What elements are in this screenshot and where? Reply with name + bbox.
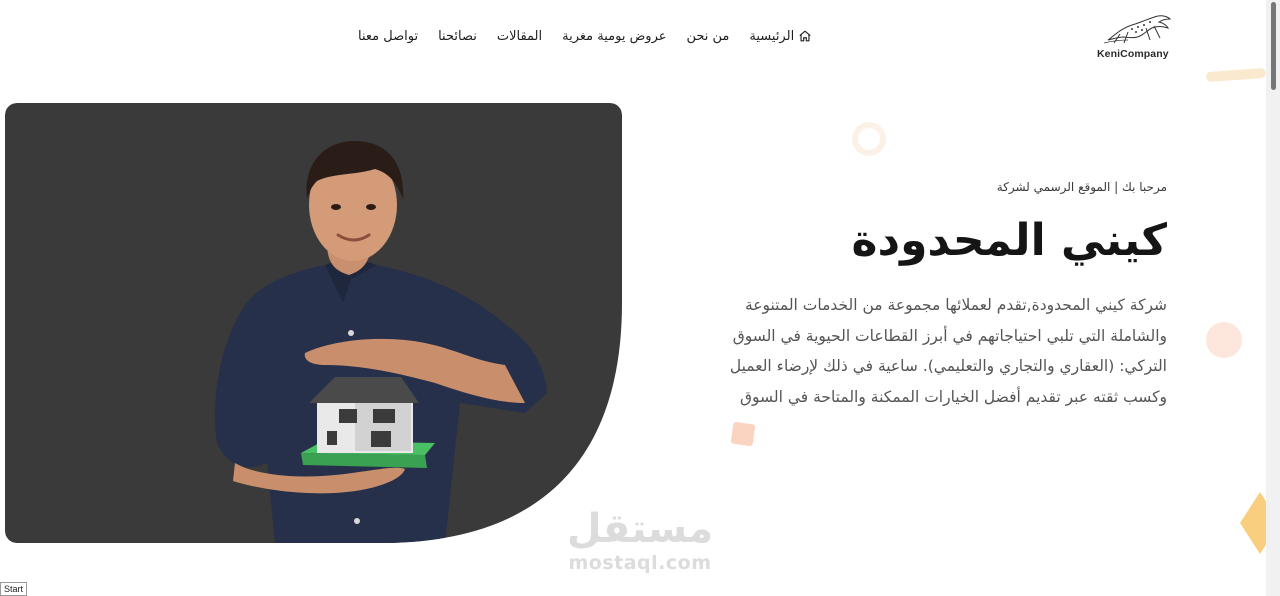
nav-item-label: الرئيسية [749, 28, 795, 44]
nav-item-label: من نحن [686, 28, 730, 44]
nav-item-label: المقالات [496, 28, 543, 44]
nav-item-label: نصائحنا [438, 28, 477, 44]
start-tag[interactable]: Start [0, 582, 28, 596]
home-icon [799, 30, 811, 42]
company-logo[interactable]: KeniCompany [1096, 10, 1172, 62]
decorative-circle [1206, 322, 1242, 358]
nav-item-offers[interactable]: عروض يومية مغرية [562, 29, 666, 44]
nav-item-articles[interactable]: المقالات [497, 29, 542, 44]
site-header: الرئيسية من نحن عروض يومية مغرية المقالا… [0, 0, 1266, 72]
decorative-ring [852, 122, 886, 156]
nav-item-contact[interactable]: تواصل معنا [358, 29, 418, 44]
hero-welcome-text: مرحبا بك | الموقع الرسمي لشركة [996, 180, 1167, 194]
nav-item-home[interactable]: الرئيسية [749, 29, 812, 44]
leopard-logo-icon [1103, 15, 1172, 44]
mostaql-watermark: مستقل mostaql.com [560, 506, 720, 574]
watermark-latin: mostaql.com [568, 552, 712, 574]
nav-item-label: عروض يومية مغرية [562, 28, 667, 44]
hero-text-block: مرحبا بك | الموقع الرسمي لشركة كيني المح… [700, 170, 1167, 412]
hero-image-panel [5, 103, 622, 543]
scrollbar-thumb[interactable] [1271, 2, 1276, 90]
decorative-square [730, 421, 756, 447]
nav-item-tips[interactable]: نصائحنا [438, 29, 477, 44]
nav-item-label: تواصل معنا [358, 28, 419, 44]
man-holding-house-image [5, 103, 622, 543]
watermark-arabic: مستقل [566, 506, 714, 552]
page-scrollbar[interactable] [1266, 0, 1280, 596]
main-nav: الرئيسية من نحن عروض يومية مغرية المقالا… [358, 26, 812, 46]
hero-description: شركة كيني المحدودة,تقدم لعملائها مجموعة … [729, 296, 1167, 406]
logo-text: KeniCompany [1097, 48, 1169, 60]
hero-title: كيني المحدودة [851, 215, 1167, 266]
nav-item-about[interactable]: من نحن [687, 29, 730, 44]
